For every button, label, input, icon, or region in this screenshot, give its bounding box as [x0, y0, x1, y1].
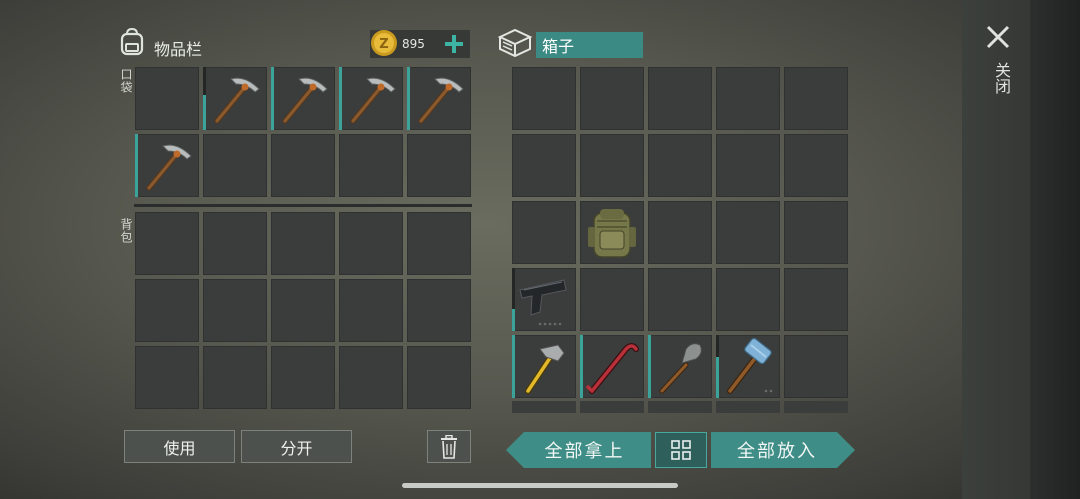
backpack-slot[interactable]	[271, 212, 335, 275]
container-slot[interactable]	[784, 201, 848, 264]
pocket-slot[interactable]	[203, 67, 267, 130]
container-slot[interactable]	[648, 335, 712, 398]
pocket-slot[interactable]	[271, 134, 335, 197]
section-divider	[134, 204, 472, 207]
use-button[interactable]: 使用	[124, 430, 235, 463]
container-slot[interactable]	[716, 201, 780, 264]
sort-grid-icon	[671, 440, 691, 460]
backpack-slot[interactable]	[203, 212, 267, 275]
container-slot[interactable]	[784, 134, 848, 197]
trash-icon	[441, 434, 457, 459]
container-slot[interactable]	[512, 201, 576, 264]
backpack-slot[interactable]	[271, 346, 335, 409]
pocket-slot[interactable]	[135, 67, 199, 130]
backpack-label: 背包	[119, 218, 133, 244]
put-all-label: 全部放入	[737, 441, 817, 462]
take-all-label: 全部拿上	[544, 441, 625, 462]
backpack-slot[interactable]	[339, 212, 403, 275]
backpack-slot[interactable]	[135, 346, 199, 409]
container-slot[interactable]	[512, 134, 576, 197]
home-indicator	[402, 483, 678, 488]
container-slot[interactable]	[784, 67, 848, 130]
close-icon[interactable]	[985, 24, 1011, 50]
pickaxe-icon	[339, 67, 403, 134]
pocket-slot[interactable]	[407, 134, 471, 197]
container-slot[interactable]	[784, 335, 848, 398]
container-slot[interactable]	[648, 67, 712, 130]
backpack-slot[interactable]	[203, 279, 267, 342]
container-slot[interactable]	[716, 268, 780, 331]
pocket-label: 口袋	[119, 68, 133, 94]
next-row-peek	[512, 401, 850, 413]
coin-icon: Z	[371, 30, 397, 56]
pocket-slot[interactable]	[135, 134, 199, 197]
container-slot[interactable]	[580, 335, 644, 398]
backpack-icon	[580, 201, 644, 268]
pocket-slot[interactable]	[339, 134, 403, 197]
backpack-slot[interactable]	[339, 346, 403, 409]
backpack-slot[interactable]	[407, 212, 471, 275]
pickaxe-icon	[271, 67, 335, 134]
close-label[interactable]: 关闭	[989, 62, 1013, 94]
coin-count: 895	[402, 37, 425, 51]
container-slot[interactable]	[580, 201, 644, 264]
pocket-slot[interactable]	[203, 134, 267, 197]
container-slot[interactable]	[580, 268, 644, 331]
pocket-slot[interactable]	[407, 67, 471, 130]
container-slot[interactable]	[648, 134, 712, 197]
container-slot[interactable]	[648, 201, 712, 264]
backpack-slot[interactable]	[203, 346, 267, 409]
crowbar-icon	[580, 335, 644, 402]
screen-edge	[1030, 0, 1080, 499]
backpack-slot[interactable]	[407, 279, 471, 342]
container-slot[interactable]	[512, 67, 576, 130]
container-slot[interactable]	[716, 134, 780, 197]
container-slot[interactable]	[716, 335, 780, 398]
pickaxe-icon	[135, 134, 199, 201]
pistol-icon	[512, 268, 576, 335]
sledgehammer-icon	[716, 335, 780, 402]
pocket-slot[interactable]	[339, 67, 403, 130]
split-button[interactable]: 分开	[241, 430, 352, 463]
hammer-icon	[512, 335, 576, 402]
container-name: 箱子	[536, 32, 643, 58]
backpack-slot[interactable]	[339, 279, 403, 342]
container-slot[interactable]	[512, 268, 576, 331]
take-all-button[interactable]: 全部拿上	[506, 432, 651, 468]
inventory-title: 物品栏	[154, 40, 203, 59]
put-all-button[interactable]: 全部放入	[711, 432, 855, 468]
backpack-slot[interactable]	[135, 279, 199, 342]
container-slot[interactable]	[512, 335, 576, 398]
pickaxe-icon	[203, 67, 267, 134]
container-slot[interactable]	[580, 134, 644, 197]
box-icon	[497, 28, 533, 58]
svg-text:Z: Z	[379, 37, 388, 52]
sort-button[interactable]	[655, 432, 707, 468]
backpack-slot[interactable]	[271, 279, 335, 342]
shovel-icon	[648, 335, 712, 402]
discard-button[interactable]	[427, 430, 471, 463]
pocket-slot[interactable]	[271, 67, 335, 130]
container-slot[interactable]	[580, 67, 644, 130]
container-slot[interactable]	[648, 268, 712, 331]
container-slot[interactable]	[716, 67, 780, 130]
pickaxe-icon	[407, 67, 471, 134]
add-coins-icon[interactable]	[444, 34, 464, 54]
backpack-icon	[120, 27, 144, 56]
container-slot[interactable]	[784, 268, 848, 331]
backpack-slot[interactable]	[407, 346, 471, 409]
backpack-slot[interactable]	[135, 212, 199, 275]
